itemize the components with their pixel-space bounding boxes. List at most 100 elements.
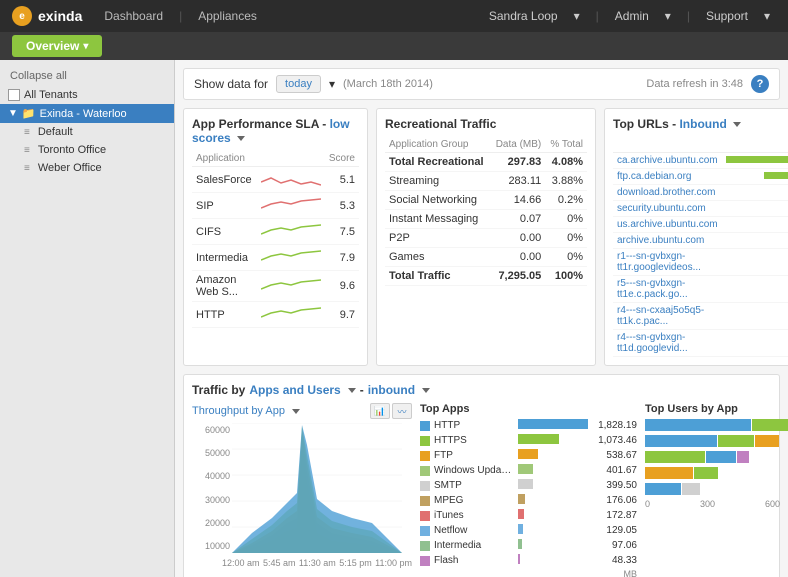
chart-svg-container [232, 423, 412, 556]
sidebar-item-weber[interactable]: ≡ Weber Office [0, 159, 174, 177]
url-value: 44.33 [722, 249, 788, 276]
sidebar-item-exinda-waterloo[interactable]: ▼ 📁 Exinda - Waterloo [0, 104, 174, 123]
nav-dd-user[interactable]: ▾ [568, 9, 586, 23]
overview-button[interactable]: Overview ▾ [12, 35, 102, 57]
url-value: 48.70 [722, 233, 788, 249]
app-bar [518, 554, 588, 567]
rec-table-row: Streaming 283.11 3.88% [385, 172, 587, 191]
chart-icons: 📊 〰 [370, 403, 412, 419]
top-app-row: Flash 48.33 [420, 554, 637, 567]
traffic-apps-dd[interactable] [348, 388, 356, 393]
rec-data: 283.11 [490, 172, 545, 191]
rec-table-row: Instant Messaging 0.07 0% [385, 210, 587, 229]
app-color-swatch [420, 496, 430, 506]
user-by-app-row [645, 483, 788, 495]
help-button[interactable]: ? [751, 75, 769, 93]
traffic-direction-link[interactable]: inbound [368, 383, 415, 397]
content-area: Show data for today ▾ (March 18th 2014) … [175, 60, 788, 577]
sla-table-row: HTTP 9.7 [192, 302, 359, 328]
app-name-label: FTP [434, 450, 514, 461]
sla-title-text: App Performance SLA - [192, 117, 326, 131]
app-name-label: Windows Updates [434, 465, 514, 476]
overview-label: Overview [26, 39, 79, 53]
url-name: r5---sn-gvbxgn-tt1e.c.pack.go... [613, 276, 722, 303]
app-name-label: MPEG [434, 495, 514, 506]
x-label-3: 5:15 pm [339, 558, 372, 568]
rec-pct: 4.08% [545, 153, 587, 172]
user-bar-segment [752, 419, 788, 431]
dashboard-nav-item[interactable]: Dashboard [98, 9, 169, 23]
sidebar-item-toronto[interactable]: ≡ Toronto Office [0, 141, 174, 159]
sla-sparkline [257, 302, 325, 328]
url-table-row: r4---sn-gvbxgn-tt1d.googlevid... 15.41 [613, 330, 788, 357]
sla-score: 5.1 [325, 167, 359, 193]
users-by-app-rows [645, 419, 788, 495]
admin-menu[interactable]: Admin [609, 9, 655, 23]
chart-icon-bar[interactable]: 📊 [370, 403, 390, 419]
sla-app-name: CIFS [192, 219, 257, 245]
rec-group-name: Total Recreational [385, 153, 490, 172]
sla-sparkline [257, 167, 325, 193]
users-axis-0: 0 [645, 499, 650, 509]
app-logo[interactable]: e exinda [12, 6, 82, 26]
date-range: (March 18th 2014) [343, 78, 433, 90]
topbar-dd[interactable]: ▾ [329, 77, 335, 91]
rec-data: 297.83 [490, 153, 545, 172]
throughput-app-link[interactable]: Throughput by App [192, 405, 285, 417]
nav-dd-support[interactable]: ▾ [758, 9, 776, 23]
traffic-sep: - [360, 383, 364, 397]
y-axis-labels: 60000 50000 40000 30000 20000 10000 [192, 423, 230, 553]
traffic-header: Traffic by Apps and Users - inbound [192, 383, 771, 397]
urls-inbound-link[interactable]: Inbound [679, 117, 726, 131]
rec-pct: 100% [545, 267, 587, 286]
url-table-row: r4---sn-cxaaj5o5q5-tt1k.c.pac... 17.40 [613, 303, 788, 330]
appliances-nav-item[interactable]: Appliances [192, 9, 263, 23]
users-axis-300: 300 [700, 499, 715, 509]
url-name: archive.ubuntu.com [613, 233, 722, 249]
sla-app-name: SIP [192, 193, 257, 219]
url-name: r1---sn-gvbxgn-tt1r.googlevideos... [613, 249, 722, 276]
app-bar [518, 494, 588, 507]
sla-dropdown-arrow[interactable] [237, 136, 245, 141]
user-bar-segment [682, 483, 700, 495]
nav-dd-admin[interactable]: ▾ [659, 9, 677, 23]
sla-app-name: Amazon Web S... [192, 271, 257, 302]
app-value: 401.67 [592, 465, 637, 476]
traffic-chart [232, 423, 402, 553]
app-name-label: Netflow [434, 525, 514, 536]
rec-data: 0.07 [490, 210, 545, 229]
traffic-title-prefix: Traffic by [192, 383, 245, 397]
urls-col-mb: MB [722, 137, 788, 153]
top-app-row: iTunes 172.87 [420, 509, 637, 522]
rec-table-row: Games 0.00 0% [385, 248, 587, 267]
top-app-row: Windows Updates 401.67 [420, 464, 637, 477]
support-menu[interactable]: Support [700, 9, 754, 23]
traffic-apps-link[interactable]: Apps and Users [249, 383, 340, 397]
chart-dd[interactable] [292, 409, 300, 414]
url-table-row: r1---sn-gvbxgn-tt1r.googlevideos... 44.3… [613, 249, 788, 276]
all-tenants-check[interactable] [8, 89, 20, 101]
user-menu[interactable]: Sandra Loop [483, 9, 564, 23]
url-table-row: us.archive.ubuntu.com 73.14 [613, 217, 788, 233]
sla-app-name: HTTP [192, 302, 257, 328]
urls-dropdown-arrow[interactable] [733, 122, 741, 127]
app-name-label: Flash [434, 555, 514, 566]
traffic-dir-dd[interactable] [422, 388, 430, 393]
urls-title-text: Top URLs - [613, 117, 676, 131]
chart-icon-line[interactable]: 〰 [392, 403, 412, 419]
traffic-section: Traffic by Apps and Users - inbound Thro… [183, 374, 780, 577]
sidebar-item-default[interactable]: ≡ Default [0, 123, 174, 141]
user-bar-segment [737, 451, 749, 463]
rec-group-name: Instant Messaging [385, 210, 490, 229]
today-button[interactable]: today [276, 75, 321, 93]
collapse-all[interactable]: Collapse all [0, 66, 174, 86]
sla-sparkline [257, 271, 325, 302]
app-color-swatch [420, 436, 430, 446]
sidebar-item-all-tenants[interactable]: All Tenants [0, 86, 174, 104]
top-users-by-app-panel: Top Users by App 0 300 600 900 [645, 403, 788, 577]
sla-sparkline [257, 193, 325, 219]
top-urls-panel: Top URLs - Inbound MB ca.archive.ubuntu.… [604, 108, 788, 366]
rec-group-name: Social Networking [385, 191, 490, 210]
y-label-5: 50000 [192, 448, 230, 458]
app-color-swatch [420, 466, 430, 476]
